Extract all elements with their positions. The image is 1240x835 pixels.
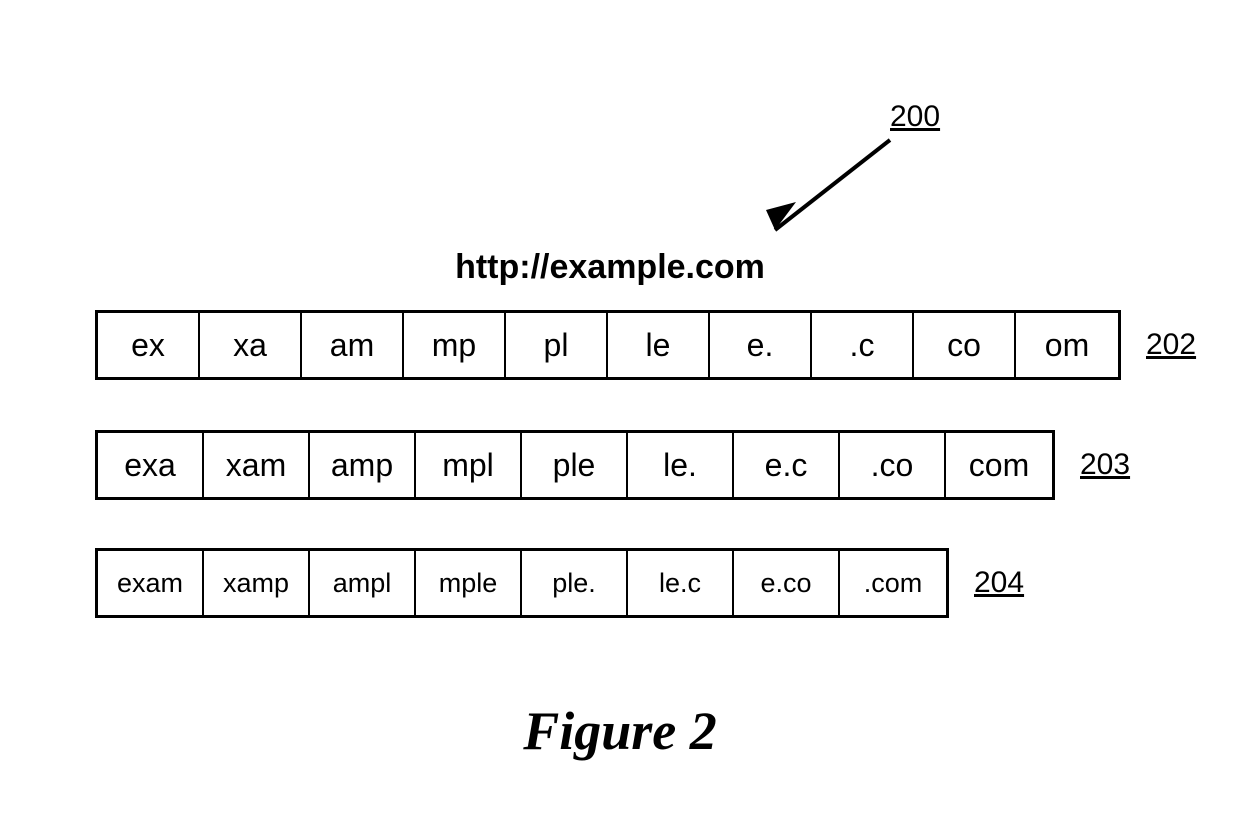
ngram-cell: e.: [710, 313, 812, 377]
ngram-cell: exam: [98, 551, 204, 615]
ngram-cell: am: [302, 313, 404, 377]
ngram-cell: ex: [98, 313, 200, 377]
reference-number-203: 203: [1080, 448, 1130, 482]
ngram-cell: xam: [204, 433, 310, 497]
ngram-cell: xa: [200, 313, 302, 377]
ngram-cell: .co: [840, 433, 946, 497]
ngram-cell: exa: [98, 433, 204, 497]
ngram-cell: pl: [506, 313, 608, 377]
ngram-cells-2: ex xa am mp pl le e. .c co om: [95, 310, 1121, 380]
ngram-cell: xamp: [204, 551, 310, 615]
figure-caption: Figure 2: [90, 700, 1150, 762]
reference-number-200: 200: [890, 100, 940, 134]
ngram-row-2: ex xa am mp pl le e. .c co om 202: [95, 310, 1196, 380]
ngram-cell: mple: [416, 551, 522, 615]
ngram-cell: om: [1016, 313, 1118, 377]
ngram-cell: mpl: [416, 433, 522, 497]
ngram-cell: mp: [404, 313, 506, 377]
ngram-row-3: exa xam amp mpl ple le. e.c .co com 203: [95, 430, 1130, 500]
ngram-cell: .c: [812, 313, 914, 377]
ngram-cell: com: [946, 433, 1052, 497]
reference-number-202: 202: [1146, 328, 1196, 362]
ngram-cell: ampl: [310, 551, 416, 615]
ngram-cells-3: exa xam amp mpl ple le. e.c .co com: [95, 430, 1055, 500]
ngram-cell: e.c: [734, 433, 840, 497]
ngram-cell: le: [608, 313, 710, 377]
ngram-cell: amp: [310, 433, 416, 497]
ngram-cell: le.c: [628, 551, 734, 615]
ngram-cell: ple.: [522, 551, 628, 615]
ngram-cell: le.: [628, 433, 734, 497]
ngram-cell: .com: [840, 551, 946, 615]
url-text: http://example.com: [90, 248, 1130, 287]
ngram-row-4: exam xamp ampl mple ple. le.c e.co .com …: [95, 548, 1024, 618]
ngram-cell: co: [914, 313, 1016, 377]
ngram-cells-4: exam xamp ampl mple ple. le.c e.co .com: [95, 548, 949, 618]
reference-number-204: 204: [974, 566, 1024, 600]
ngram-cell: e.co: [734, 551, 840, 615]
ngram-cell: ple: [522, 433, 628, 497]
arrow-icon: [750, 130, 910, 250]
